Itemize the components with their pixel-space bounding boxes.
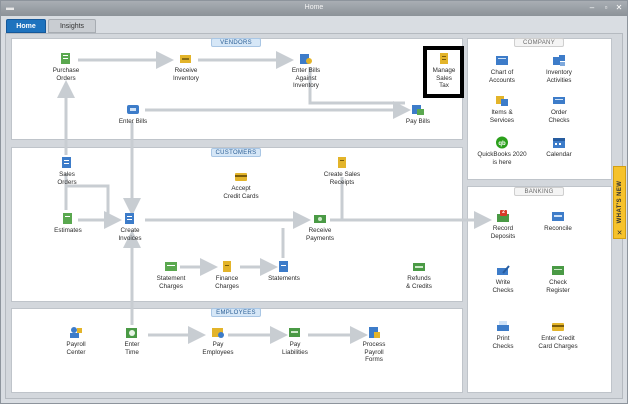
maximize-icon[interactable]: ▫ — [601, 3, 611, 13]
check-register-button[interactable]: Check Register — [536, 264, 580, 294]
items-services-button[interactable]: Items & Services — [480, 94, 524, 124]
whats-new-close-icon[interactable]: ✕ — [613, 229, 626, 239]
whats-new-tab[interactable]: WHAT'S NEW — [613, 166, 626, 238]
create-sales-receipts-button[interactable]: Create Sales Receipts — [316, 156, 368, 186]
statements-icon — [277, 260, 291, 273]
calendar-icon — [552, 136, 566, 149]
invoice-icon — [123, 212, 137, 225]
title-bar: ▬ Home – ▫ ✕ — [1, 1, 627, 16]
pay-employees-button[interactable]: Pay Employees — [196, 326, 240, 356]
accept-credit-cards-button[interactable]: Accept Credit Cards — [218, 170, 264, 200]
minimize-icon[interactable]: – — [587, 3, 597, 13]
credit-card-charges-icon — [551, 320, 565, 333]
items-services-icon — [495, 94, 509, 107]
payroll-center-icon — [69, 326, 83, 339]
receive-inventory-icon — [179, 52, 193, 65]
finance-charges-button[interactable]: Finance Charges — [206, 260, 248, 290]
customers-section-label: CUSTOMERS — [211, 148, 261, 157]
write-checks-button[interactable]: Write Checks — [482, 264, 524, 294]
enter-bills-against-inventory-button[interactable]: Enter Bills Against Inventory — [280, 52, 332, 90]
vendors-section-label: VENDORS — [211, 38, 261, 47]
write-checks-icon — [496, 264, 510, 277]
pay-liabilities-button[interactable]: Pay Liabilities — [274, 326, 316, 356]
inventory-activities-icon — [552, 54, 566, 67]
reconcile-icon — [551, 210, 565, 223]
tab-home-page[interactable]: Home Page — [6, 19, 46, 44]
enter-bills-icon — [126, 103, 140, 116]
record-deposits-button[interactable]: 2 Record Deposits — [482, 209, 524, 240]
deposits-count-badge: 2 — [502, 209, 505, 215]
statement-charges-button[interactable]: Statement Charges — [150, 260, 192, 290]
enter-bills-button[interactable]: Enter Bills — [112, 103, 154, 126]
company-section-label: COMPANY — [514, 38, 564, 47]
window-title: Home — [304, 4, 324, 11]
chart-of-accounts-icon — [495, 54, 509, 67]
purchase-orders-icon — [59, 52, 73, 65]
check-register-icon — [551, 264, 565, 277]
estimates-button[interactable]: Estimates — [48, 212, 88, 235]
quickbooks-2020-button[interactable]: qb QuickBooks 2020 is here — [474, 136, 530, 166]
payroll-center-button[interactable]: Payroll Center — [56, 326, 96, 356]
finance-charges-icon — [220, 260, 234, 273]
estimates-icon — [61, 212, 75, 225]
reconcile-button[interactable]: Reconcile — [536, 210, 580, 233]
bills-inventory-icon — [299, 52, 313, 65]
refunds-credits-button[interactable]: Refunds & Credits — [398, 260, 440, 290]
record-deposits-icon: 2 — [496, 209, 510, 223]
print-checks-button[interactable]: Print Checks — [482, 320, 524, 350]
inventory-activities-button[interactable]: Inventory Activities — [536, 54, 582, 84]
purchase-orders-button[interactable]: Purchase Orders — [42, 52, 90, 82]
process-payroll-forms-button[interactable]: Process Payroll Forms — [352, 326, 396, 364]
svg-text:qb: qb — [498, 141, 506, 147]
payroll-forms-icon — [367, 326, 381, 339]
enter-credit-card-charges-button[interactable]: Enter Credit Card Charges — [532, 320, 584, 350]
employees-section-label: EMPLOYEES — [211, 308, 261, 317]
statements-button[interactable]: Statements — [264, 260, 304, 283]
enter-time-button[interactable]: Enter Time — [114, 326, 150, 356]
receive-payments-button[interactable]: Receive Payments — [298, 212, 342, 242]
statement-charges-icon — [164, 260, 178, 273]
receive-payments-icon — [313, 212, 327, 225]
refunds-credits-icon — [412, 260, 426, 273]
pay-bills-button[interactable]: Pay Bills — [396, 103, 440, 126]
create-invoices-button[interactable]: Create Invoices — [110, 212, 150, 242]
pay-liabilities-icon — [288, 326, 302, 339]
banking-section-label: BANKING — [514, 187, 564, 196]
chart-of-accounts-button[interactable]: Chart of Accounts — [480, 54, 524, 84]
pay-bills-icon — [411, 103, 425, 116]
whats-new-label: WHAT'S NEW — [617, 180, 623, 224]
receive-inventory-button[interactable]: Receive Inventory — [160, 52, 212, 82]
enter-time-icon — [125, 326, 139, 339]
sales-orders-icon — [60, 156, 74, 169]
pay-employees-icon — [211, 326, 225, 339]
printer-icon — [496, 320, 510, 333]
manage-sales-tax-highlight — [423, 46, 464, 98]
calendar-button[interactable]: Calendar — [538, 136, 580, 159]
order-checks-icon — [552, 94, 566, 107]
tab-insights[interactable]: Insights — [48, 19, 96, 33]
order-checks-button[interactable]: Order Checks — [538, 94, 580, 124]
close-icon[interactable]: ✕ — [614, 3, 624, 13]
sales-receipt-icon — [335, 156, 349, 169]
quickbooks-logo-icon: qb — [495, 136, 509, 149]
credit-card-icon — [234, 170, 248, 183]
sales-orders-button[interactable]: Sales Orders — [44, 156, 90, 186]
